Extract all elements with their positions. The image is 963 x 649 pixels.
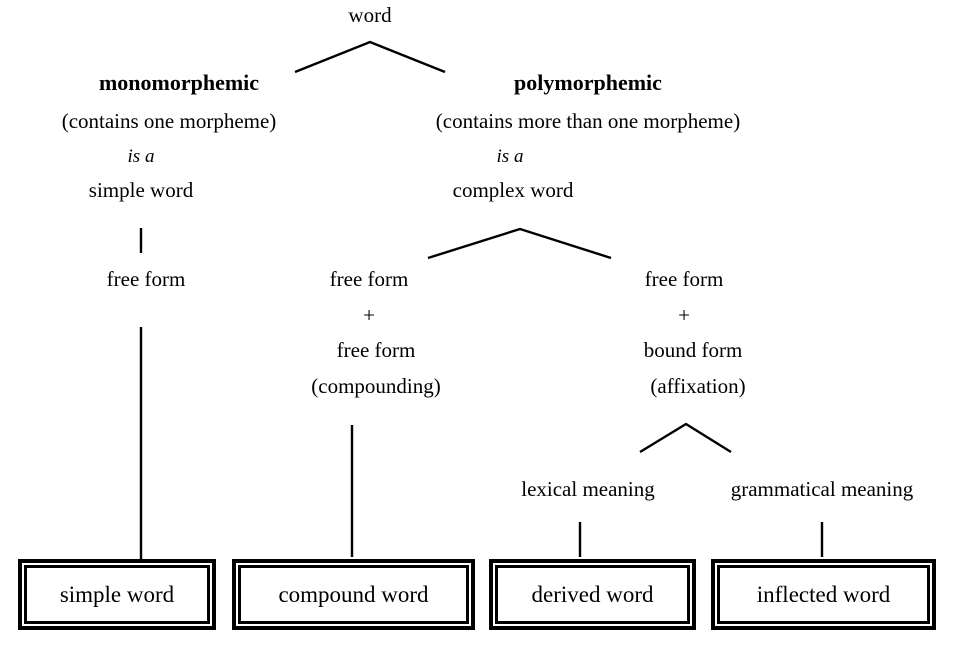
node-compounding-free-form-1: free form [329,267,409,291]
terminal-box-compound-word[interactable]: compound word [232,559,475,630]
node-monomorphemic-heading: monomorphemic [98,70,260,95]
node-compounding-free-form-2: free form [336,338,416,362]
node-word-root: word [348,3,392,27]
terminal-box-inflected-word[interactable]: inflected word [711,559,936,630]
branch-complex-word [427,227,612,260]
terminal-box-derived-word-inner: derived word [495,565,690,624]
node-affixation-free-form: free form [644,267,724,291]
node-affixation-plus: + [678,303,690,327]
node-monomorphemic-gloss: (contains one morpheme) [61,109,277,133]
node-polymorphemic-heading: polymorphemic [514,70,662,95]
node-affixation-process: (affixation) [650,374,746,398]
diagram-canvas: word monomorphemic (contains one morphem… [0,0,963,649]
node-polymorphemic-gloss: (contains more than one morpheme) [435,109,741,133]
terminal-label-inflected-word: inflected word [756,581,891,607]
node-simple-word-kind: simple word [88,178,194,202]
node-monomorphemic-free-form: free form [106,267,186,291]
node-compounding-process: (compounding) [311,374,441,398]
node-grammatical-meaning: grammatical meaning [730,477,914,501]
node-monomorphemic-isa: is a [127,146,155,167]
node-lexical-meaning: lexical meaning [521,477,655,501]
terminal-box-simple-word[interactable]: simple word [18,559,216,630]
terminal-box-inflected-word-inner: inflected word [717,565,930,624]
branch-affixation [639,422,732,454]
terminal-box-simple-word-inner: simple word [24,565,210,624]
branch-word [294,40,446,74]
terminal-box-derived-word[interactable]: derived word [489,559,696,630]
node-polymorphemic-isa: is a [496,146,524,167]
node-affixation-bound-form: bound form [643,338,743,362]
node-complex-word-kind: complex word [452,178,574,202]
terminal-box-compound-word-inner: compound word [238,565,469,624]
connector-lines [139,40,824,560]
node-compounding-plus: + [363,303,375,327]
terminal-label-compound-word: compound word [278,581,429,607]
terminal-label-derived-word: derived word [531,581,654,607]
terminal-label-simple-word: simple word [59,581,175,607]
